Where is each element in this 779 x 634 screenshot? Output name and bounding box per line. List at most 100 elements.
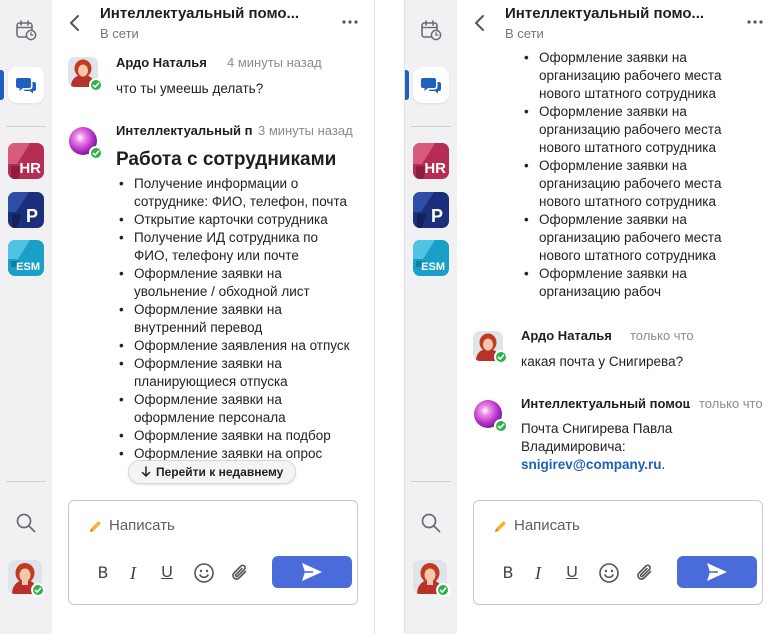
chat-button[interactable] [413,67,449,103]
list-item: Оформление заявки на оформление персонал… [116,391,352,427]
paperclip-icon[interactable] [229,562,251,584]
app-p-button[interactable]: P [8,192,44,228]
chat-panel-right: HR P ESM Интеллектуальный помо... В сети… [404,0,779,634]
app-rail: HR P ESM [0,0,52,634]
chat-header: Интеллектуальный помо... В сети [52,0,374,46]
more-horizontal-icon[interactable] [747,20,763,24]
chat-button[interactable] [8,67,44,103]
underline-button[interactable]: U [562,563,582,583]
calendar-clock-icon [16,20,37,41]
list-item: Оформление заявки на организацию рабочег… [521,49,757,103]
message-text: что ты умеешь делать? [116,81,264,96]
app-label: HR [424,160,446,177]
message-input[interactable] [109,517,339,534]
paperclip-icon[interactable] [634,562,656,584]
message-time: 3 минуты назад [254,123,353,138]
online-status-icon [494,350,508,364]
rail-divider [411,481,451,482]
chevron-left-icon[interactable] [473,14,487,32]
app-label: ESM [421,261,445,273]
list-item: Оформление заявки на организацию рабочег… [521,157,757,211]
message-text-suffix: . [661,457,666,472]
message-feed[interactable]: Оформление заявки на организацию рабочег… [457,46,779,500]
message-feed[interactable]: Ардо Наталья 4 минуты назад что ты умееш… [52,46,374,500]
app-label: ESM [16,261,40,273]
pencil-icon [495,521,506,532]
underline-button[interactable]: U [157,563,177,583]
list-item: Оформление заявки на планирующиеся отпус… [116,355,352,391]
message-author[interactable]: Ардо Наталья [116,55,236,70]
list-item: Оформление заявки на организацию рабоч [521,265,757,301]
online-status-icon [494,419,508,433]
message-author[interactable]: Интеллектуальный помощник [521,396,690,411]
list-item: Оформление заявки на увольнение / обходн… [116,265,352,301]
message-composer: B I U [68,500,358,605]
message-text: какая почта у Снигирева? [521,354,684,369]
current-user-avatar[interactable] [413,560,450,597]
bold-button[interactable]: B [498,563,518,583]
search-icon [16,513,36,533]
online-status-icon [31,583,45,597]
message-text: Почта Снигирева Павла Владимировича: sni… [521,420,711,474]
more-horizontal-icon[interactable] [342,20,358,24]
rail-divider [6,481,46,482]
app-esm-button[interactable]: ESM [413,240,449,276]
online-status-icon [89,146,103,160]
pencil-icon [90,521,101,532]
app-hr-button[interactable]: HR [8,143,44,179]
message-heading: Работа с сотрудниками [116,149,337,170]
message-author[interactable]: Интеллектуальный помощник [116,123,253,138]
search-button[interactable] [8,505,44,541]
active-indicator [0,70,4,100]
chevron-left-icon[interactable] [68,14,82,32]
message-input[interactable] [514,517,744,534]
smiley-icon[interactable] [598,562,620,584]
italic-button[interactable]: I [123,563,143,583]
message-time: только что [695,396,763,411]
list-item: Получение ИД сотрудника по ФИО, телефону… [116,229,352,265]
smiley-icon[interactable] [193,562,215,584]
message-composer: B I U [473,500,763,605]
capability-list: Оформление заявки на организацию рабочег… [521,49,757,301]
app-rail: HR P ESM [405,0,457,634]
chat-title: Интеллектуальный помо... [505,5,705,22]
bold-button[interactable]: B [93,563,113,583]
app-label: P [25,206,38,226]
rail-divider [6,126,46,127]
chat-panel-left: HR P ESM Интеллектуальный помо... В сети… [0,0,375,634]
send-icon [707,563,727,581]
chat-status: В сети [505,26,544,41]
chat-bubbles-icon [421,78,441,94]
send-icon [302,563,322,581]
list-item: Оформление заявки на организацию рабочег… [521,211,757,265]
message-time: только что [627,328,694,343]
search-button[interactable] [413,505,449,541]
rail-divider [411,126,451,127]
calendar-button[interactable] [413,12,449,48]
jump-to-recent-label: Перейти к недавнему [156,465,284,479]
list-item: Оформление заявления на отпуск [116,337,352,355]
chat-status: В сети [100,26,139,41]
chat-header: Интеллектуальный помо... В сети [457,0,779,46]
list-item: Получение информации о сотруднике: ФИО, … [116,175,352,211]
app-p-button[interactable]: P [413,192,449,228]
capability-list: Получение информации о сотруднике: ФИО, … [116,175,352,463]
list-item: Оформление заявки на внутренний перевод [116,301,352,337]
list-item: Оформление заявки на подбор [116,427,352,445]
active-indicator [405,70,409,100]
app-esm-button[interactable]: ESM [8,240,44,276]
send-button[interactable] [677,556,757,588]
email-link[interactable]: snigirev@company.ru [521,457,661,472]
calendar-button[interactable] [8,12,44,48]
app-hr-button[interactable]: HR [413,143,449,179]
send-button[interactable] [272,556,352,588]
chat-title: Интеллектуальный помо... [100,5,300,22]
jump-to-recent-button[interactable]: Перейти к недавнему [128,460,297,484]
app-label: P [430,206,443,226]
online-status-icon [89,78,103,92]
message-author[interactable]: Ардо Наталья [521,328,631,343]
italic-button[interactable]: I [528,563,548,583]
current-user-avatar[interactable] [8,560,45,597]
arrow-down-icon [141,466,151,477]
calendar-clock-icon [421,20,442,41]
